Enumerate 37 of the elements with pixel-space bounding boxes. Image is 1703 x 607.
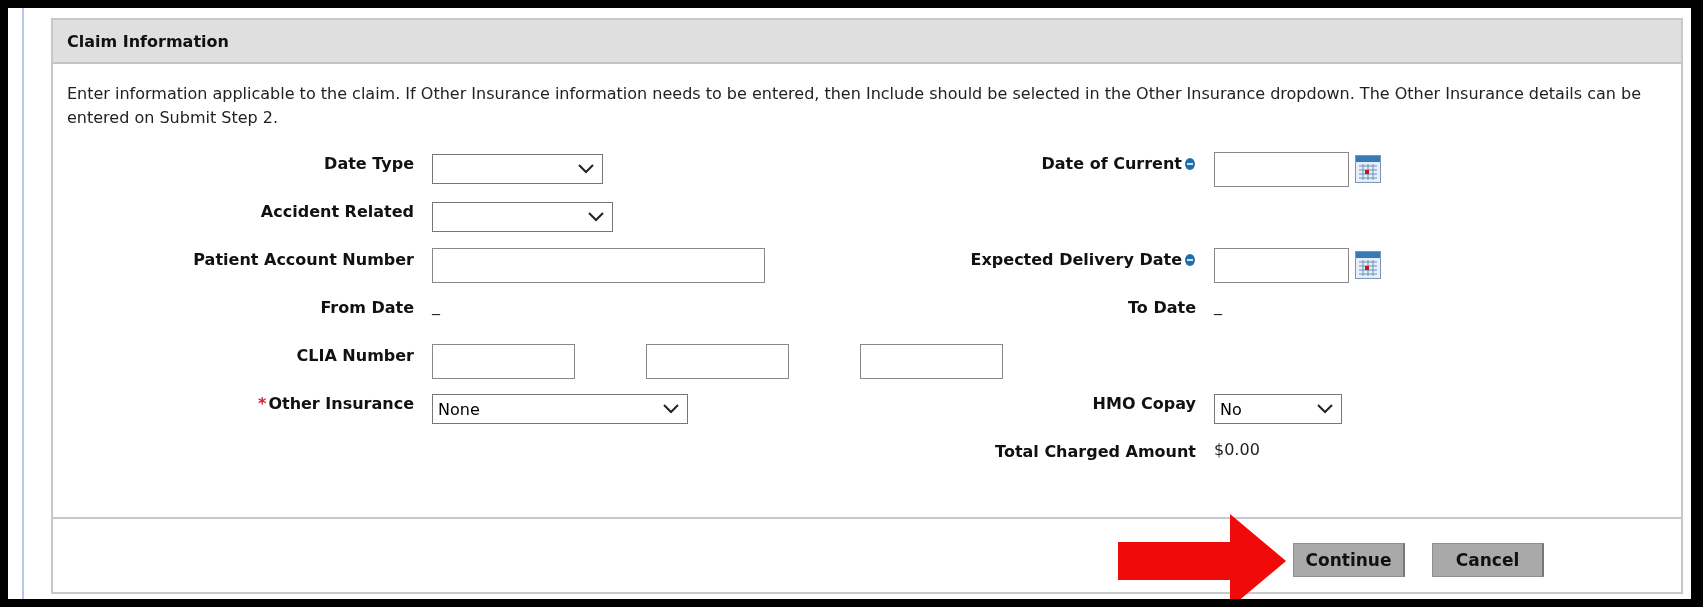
required-asterisk: * — [258, 394, 267, 413]
calendar-icon[interactable] — [1355, 251, 1381, 279]
field-label: CLIA Number — [296, 346, 414, 365]
chevron-icon — [588, 212, 604, 222]
field-label: From Date — [320, 298, 414, 317]
instructions-text: Enter information applicable to the claim. If Other Insurance information needs to be entered, then Include should be selected in the Other Insurance dropdown. The Other Insurance details can be entered on Submit Step 2. — [67, 83, 1643, 129]
info-icon[interactable] — [1184, 253, 1196, 267]
text-field[interactable] — [432, 343, 575, 379]
field-label: HMO Copay — [1092, 394, 1196, 413]
dropdown[interactable] — [432, 202, 613, 232]
dropdown[interactable]: No — [1214, 394, 1342, 424]
panel-title: Claim Information — [67, 31, 229, 51]
field-label: Total Charged Amount — [995, 442, 1196, 461]
field-label: Patient Account Number — [193, 250, 414, 269]
info-icon[interactable] — [1184, 157, 1196, 171]
chevron-icon — [1317, 404, 1333, 414]
field-label: Expected Delivery Date — [970, 250, 1182, 269]
date-field[interactable] — [1214, 151, 1349, 187]
field-value: _ — [432, 295, 440, 315]
field-label: Accident Related — [260, 202, 414, 221]
field-value: $0.00 — [1214, 439, 1260, 459]
field-value: _ — [1214, 295, 1222, 315]
calendar-icon[interactable] — [1355, 155, 1381, 183]
action-button[interactable]: Continue — [1293, 542, 1405, 577]
field-label: Date of Current — [1041, 154, 1182, 173]
dropdown[interactable] — [432, 154, 603, 184]
text-field[interactable] — [432, 247, 765, 283]
dropdown[interactable]: None — [432, 394, 688, 424]
chevron-icon — [578, 164, 594, 174]
text-field[interactable] — [860, 343, 1003, 379]
action-button[interactable]: Cancel — [1432, 542, 1544, 577]
field-label: To Date — [1128, 298, 1196, 317]
chevron-icon — [663, 404, 679, 414]
field-label: Other Insurance — [268, 394, 414, 413]
field-label: Date Type — [324, 154, 414, 173]
date-field[interactable] — [1214, 247, 1349, 283]
text-field[interactable] — [646, 343, 789, 379]
